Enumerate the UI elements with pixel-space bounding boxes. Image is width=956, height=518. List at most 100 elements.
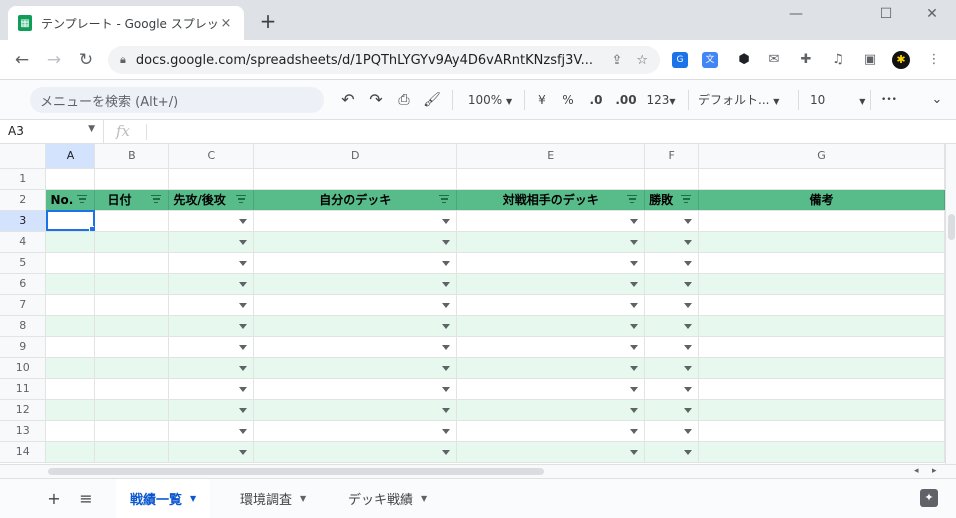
- cell[interactable]: [253, 420, 458, 442]
- cell[interactable]: [456, 231, 646, 253]
- dropdown-arrow-icon[interactable]: [239, 386, 248, 392]
- dropdown-arrow-icon[interactable]: [630, 302, 639, 308]
- select-all-corner[interactable]: [0, 144, 47, 169]
- cell[interactable]: [168, 252, 255, 274]
- cell[interactable]: [94, 210, 170, 232]
- sheet-tab-menu-icon[interactable]: ▼: [190, 494, 196, 503]
- cell[interactable]: [456, 210, 646, 232]
- cell[interactable]: [168, 441, 255, 463]
- minimize-icon[interactable]: —: [786, 6, 806, 22]
- profile-avatar[interactable]: ✱: [892, 51, 910, 69]
- header-cell-notes[interactable]: 備考: [698, 189, 945, 211]
- row-header[interactable]: 4: [0, 231, 47, 253]
- dropdown-arrow-icon[interactable]: [630, 239, 639, 245]
- column-header-a[interactable]: A: [45, 144, 96, 169]
- dropdown-arrow-icon[interactable]: [684, 323, 693, 329]
- dropdown-arrow-icon[interactable]: [239, 239, 248, 245]
- header-cell-result[interactable]: 勝敗: [644, 189, 700, 211]
- dropdown-arrow-icon[interactable]: [630, 323, 639, 329]
- dropdown-arrow-icon[interactable]: [684, 344, 693, 350]
- row-header[interactable]: 3: [0, 210, 47, 232]
- cell[interactable]: [45, 357, 96, 379]
- cell[interactable]: [45, 441, 96, 463]
- cell[interactable]: [94, 336, 170, 358]
- cell[interactable]: [253, 294, 458, 316]
- address-bar[interactable]: 🔒︎ docs.google.com/spreadsheets/d/1PQThL…: [108, 46, 660, 74]
- cell[interactable]: [698, 231, 945, 253]
- dropdown-arrow-icon[interactable]: [239, 302, 248, 308]
- zoom-select[interactable]: 100% ▼: [462, 90, 518, 110]
- cell[interactable]: [456, 168, 646, 190]
- cell[interactable]: [253, 357, 458, 379]
- dropdown-arrow-icon[interactable]: [239, 218, 248, 224]
- cell[interactable]: [168, 210, 255, 232]
- cell[interactable]: [253, 273, 458, 295]
- cell[interactable]: [45, 420, 96, 442]
- cell[interactable]: [94, 315, 170, 337]
- cell[interactable]: [698, 168, 945, 190]
- row-header[interactable]: 1: [0, 168, 47, 190]
- cell[interactable]: [644, 441, 700, 463]
- puzzle-icon[interactable]: ✚: [798, 52, 814, 68]
- cell[interactable]: [698, 294, 945, 316]
- bookmark-star-icon[interactable]: ☆: [636, 53, 648, 68]
- dropdown-arrow-icon[interactable]: [684, 407, 693, 413]
- cell[interactable]: [168, 357, 255, 379]
- cell[interactable]: [644, 336, 700, 358]
- font-size-select[interactable]: 10 ▼: [810, 90, 865, 110]
- media-icon[interactable]: ♫: [830, 52, 846, 68]
- decrease-decimal-button[interactable]: .0: [586, 90, 606, 110]
- more-formats-button[interactable]: 123▼: [644, 90, 678, 110]
- cell[interactable]: [644, 294, 700, 316]
- extension-hex-icon[interactable]: ⬢: [736, 52, 752, 68]
- dropdown-arrow-icon[interactable]: [630, 260, 639, 266]
- dropdown-arrow-icon[interactable]: [442, 323, 451, 329]
- cell[interactable]: [698, 399, 945, 421]
- cell[interactable]: [456, 420, 646, 442]
- cell[interactable]: [698, 273, 945, 295]
- dropdown-arrow-icon[interactable]: [684, 386, 693, 392]
- row-header[interactable]: 6: [0, 273, 47, 295]
- dropdown-arrow-icon[interactable]: [630, 281, 639, 287]
- cell[interactable]: [456, 357, 646, 379]
- cell[interactable]: [94, 252, 170, 274]
- cell[interactable]: [698, 210, 945, 232]
- dropdown-arrow-icon[interactable]: [630, 428, 639, 434]
- cell[interactable]: [698, 252, 945, 274]
- cell[interactable]: [644, 420, 700, 442]
- new-tab-button[interactable]: +: [256, 10, 280, 34]
- cell[interactable]: [94, 441, 170, 463]
- dropdown-arrow-icon[interactable]: [239, 281, 248, 287]
- cell[interactable]: [456, 273, 646, 295]
- sheet-tab-deck-record[interactable]: デッキ戦績 ▼: [334, 479, 441, 518]
- back-icon[interactable]: ←: [10, 48, 34, 72]
- dropdown-arrow-icon[interactable]: [630, 449, 639, 455]
- filter-icon[interactable]: [235, 194, 247, 205]
- filter-icon[interactable]: [76, 194, 88, 205]
- cell[interactable]: [698, 378, 945, 400]
- cell[interactable]: [45, 273, 96, 295]
- cell[interactable]: [45, 378, 96, 400]
- dropdown-arrow-icon[interactable]: [442, 302, 451, 308]
- vertical-scroll-thumb[interactable]: [948, 214, 955, 240]
- row-header[interactable]: 11: [0, 378, 47, 400]
- cell[interactable]: [644, 210, 700, 232]
- cell[interactable]: [94, 231, 170, 253]
- cell[interactable]: [168, 336, 255, 358]
- header-cell-opponent-deck[interactable]: 対戦相手のデッキ: [456, 189, 646, 211]
- extension-g-icon[interactable]: G: [672, 52, 688, 68]
- filter-icon[interactable]: [438, 194, 450, 205]
- cell[interactable]: [168, 315, 255, 337]
- cell[interactable]: [45, 252, 96, 274]
- cell[interactable]: [253, 399, 458, 421]
- sidepanel-icon[interactable]: ▣: [862, 52, 878, 68]
- horizontal-scrollbar[interactable]: ◂ ▸: [0, 464, 956, 478]
- cell[interactable]: [168, 399, 255, 421]
- dropdown-arrow-icon[interactable]: [239, 449, 248, 455]
- filter-icon[interactable]: [680, 194, 692, 205]
- cell[interactable]: [698, 441, 945, 463]
- scroll-right-icon[interactable]: ▸: [932, 466, 937, 476]
- cell[interactable]: [168, 378, 255, 400]
- row-header[interactable]: 5: [0, 252, 47, 274]
- row-header[interactable]: 10: [0, 357, 47, 379]
